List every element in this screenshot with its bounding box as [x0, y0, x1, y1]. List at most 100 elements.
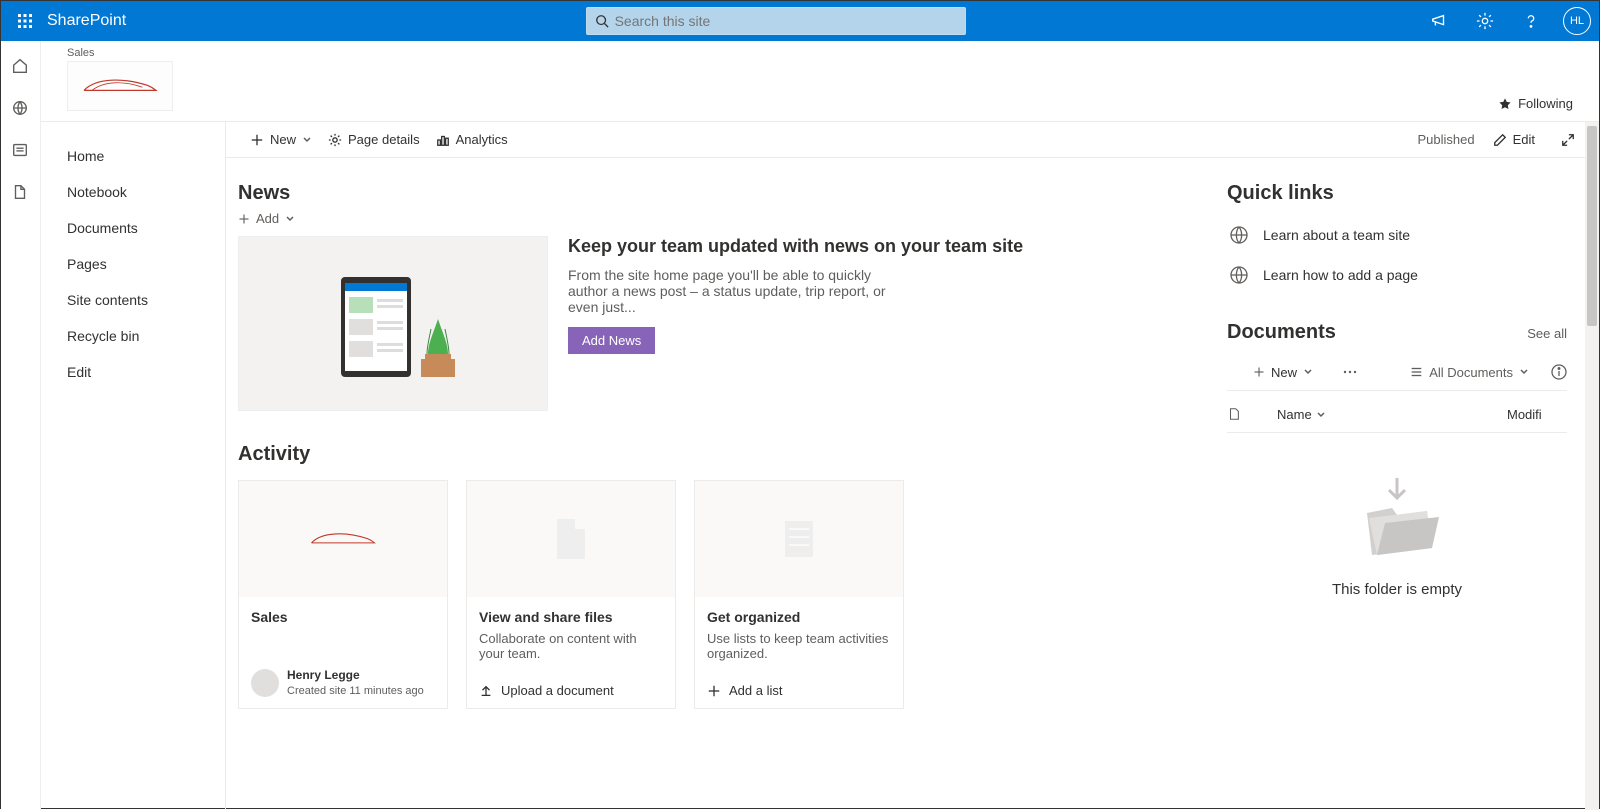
- quick-links-heading: Quick links: [1227, 182, 1567, 205]
- cmd-edit-label: Edit: [1513, 132, 1535, 147]
- docs-new-button[interactable]: New: [1245, 365, 1321, 380]
- app-rail: [1, 41, 41, 810]
- add-list-button[interactable]: Add a list: [695, 673, 903, 708]
- nav-notebook[interactable]: Notebook: [67, 174, 225, 210]
- nav-site-contents[interactable]: Site contents: [67, 282, 225, 318]
- upload-document-button[interactable]: Upload a document: [467, 673, 675, 708]
- following-label: Following: [1518, 96, 1573, 111]
- car-logo-icon: [308, 530, 378, 548]
- file-icon: [1227, 407, 1241, 421]
- docs-more-button[interactable]: [1335, 370, 1365, 374]
- ellipsis-icon: [1343, 370, 1357, 374]
- cmd-analytics[interactable]: Analytics: [428, 132, 516, 147]
- news-add-button[interactable]: Add: [238, 211, 1195, 226]
- search-box[interactable]: [586, 7, 966, 35]
- nav-recycle-bin[interactable]: Recycle bin: [67, 318, 225, 354]
- settings-icon[interactable]: [1471, 7, 1499, 35]
- activity-card-organized: Get organized Use lists to keep team act…: [694, 480, 904, 709]
- cmd-analytics-label: Analytics: [456, 132, 508, 147]
- card-thumbnail: [695, 481, 903, 597]
- person-name: Henry Legge: [287, 668, 424, 684]
- cmd-new[interactable]: New: [242, 132, 320, 147]
- chevron-down-icon: [302, 135, 312, 145]
- chevron-down-icon: [1316, 410, 1326, 420]
- activity-card-sales[interactable]: Sales Henry Legge Created site 11 minute…: [238, 480, 448, 709]
- docs-view-dropdown[interactable]: All Documents: [1409, 365, 1529, 380]
- pencil-icon: [1493, 133, 1507, 147]
- card-title: Get organized: [707, 609, 891, 625]
- nav-pages[interactable]: Pages: [67, 246, 225, 282]
- col-name-header[interactable]: Name: [1277, 407, 1507, 422]
- vertical-scrollbar[interactable]: [1585, 122, 1599, 810]
- activity-card-files: View and share files Collaborate on cont…: [466, 480, 676, 709]
- card-action-label: Upload a document: [501, 683, 614, 698]
- quick-link-add-page[interactable]: Learn how to add a page: [1227, 255, 1567, 295]
- docs-new-label: New: [1271, 365, 1297, 380]
- card-desc: Use lists to keep team activities organi…: [707, 631, 891, 661]
- global-rail-icon[interactable]: [11, 99, 31, 119]
- card-title: View and share files: [479, 609, 663, 625]
- nav-home[interactable]: Home: [67, 138, 225, 174]
- chart-icon: [436, 133, 450, 147]
- site-logo[interactable]: [67, 61, 173, 111]
- user-avatar[interactable]: HL: [1563, 7, 1591, 35]
- home-rail-icon[interactable]: [11, 57, 31, 77]
- help-icon[interactable]: [1517, 7, 1545, 35]
- following-toggle[interactable]: Following: [1498, 96, 1573, 111]
- plus-icon: [250, 133, 264, 147]
- docs-info-button[interactable]: [1551, 364, 1567, 380]
- news-title: Keep your team updated with news on your…: [568, 236, 1023, 257]
- quick-link-label: Learn about a team site: [1263, 227, 1410, 243]
- app-launcher-button[interactable]: [9, 5, 41, 37]
- col-modified-header[interactable]: Modifi: [1507, 407, 1567, 422]
- add-news-button[interactable]: Add News: [568, 327, 655, 354]
- cmd-expand[interactable]: [1553, 133, 1583, 147]
- cmd-edit[interactable]: Edit: [1485, 132, 1543, 147]
- news-description: From the site home page you'll be able t…: [568, 267, 898, 315]
- file-icon: [553, 517, 589, 561]
- megaphone-icon[interactable]: [1425, 7, 1453, 35]
- news-rail-icon[interactable]: [11, 141, 31, 161]
- search-input[interactable]: [615, 13, 957, 29]
- chevron-down-icon: [1519, 367, 1529, 377]
- star-icon: [1498, 97, 1512, 111]
- chevron-down-icon: [285, 214, 295, 224]
- empty-folder-icon: [1347, 473, 1447, 563]
- info-icon: [1551, 364, 1567, 380]
- brand-label: SharePoint: [47, 12, 126, 30]
- upload-icon: [479, 684, 493, 698]
- chevron-down-icon: [1303, 367, 1313, 377]
- scrollbar-thumb[interactable]: [1587, 126, 1597, 326]
- col-type-icon: [1227, 407, 1277, 422]
- globe-icon: [1227, 223, 1251, 247]
- card-thumbnail: [467, 481, 675, 597]
- cmd-page-details-label: Page details: [348, 132, 420, 147]
- avatar-initials: HL: [1570, 15, 1584, 27]
- see-all-link[interactable]: See all: [1527, 326, 1567, 341]
- site-nav: Home Notebook Documents Pages Site conte…: [41, 122, 226, 810]
- search-icon: [595, 14, 609, 28]
- empty-folder-text: This folder is empty: [1227, 581, 1567, 598]
- quick-link-label: Learn how to add a page: [1263, 267, 1418, 283]
- news-add-label: Add: [256, 211, 279, 226]
- news-heading: News: [238, 182, 1195, 205]
- nav-edit[interactable]: Edit: [67, 354, 225, 390]
- person-avatar-icon: [251, 669, 279, 697]
- card-title: Sales: [251, 609, 435, 625]
- cmd-page-details[interactable]: Page details: [320, 132, 428, 147]
- gear-icon: [328, 133, 342, 147]
- plus-icon: [1253, 366, 1265, 378]
- expand-icon: [1561, 133, 1575, 147]
- activity-heading: Activity: [238, 443, 1195, 466]
- published-status: Published: [1417, 132, 1474, 147]
- plus-icon: [238, 213, 250, 225]
- person-meta: Created site 11 minutes ago: [287, 684, 424, 698]
- card-action-label: Add a list: [729, 683, 782, 698]
- site-link[interactable]: Sales: [67, 47, 1573, 59]
- globe-icon: [1227, 263, 1251, 287]
- docs-view-label: All Documents: [1429, 365, 1513, 380]
- quick-link-team-site[interactable]: Learn about a team site: [1227, 215, 1567, 255]
- nav-documents[interactable]: Documents: [67, 210, 225, 246]
- files-rail-icon[interactable]: [11, 183, 31, 203]
- card-desc: Collaborate on content with your team.: [479, 631, 663, 661]
